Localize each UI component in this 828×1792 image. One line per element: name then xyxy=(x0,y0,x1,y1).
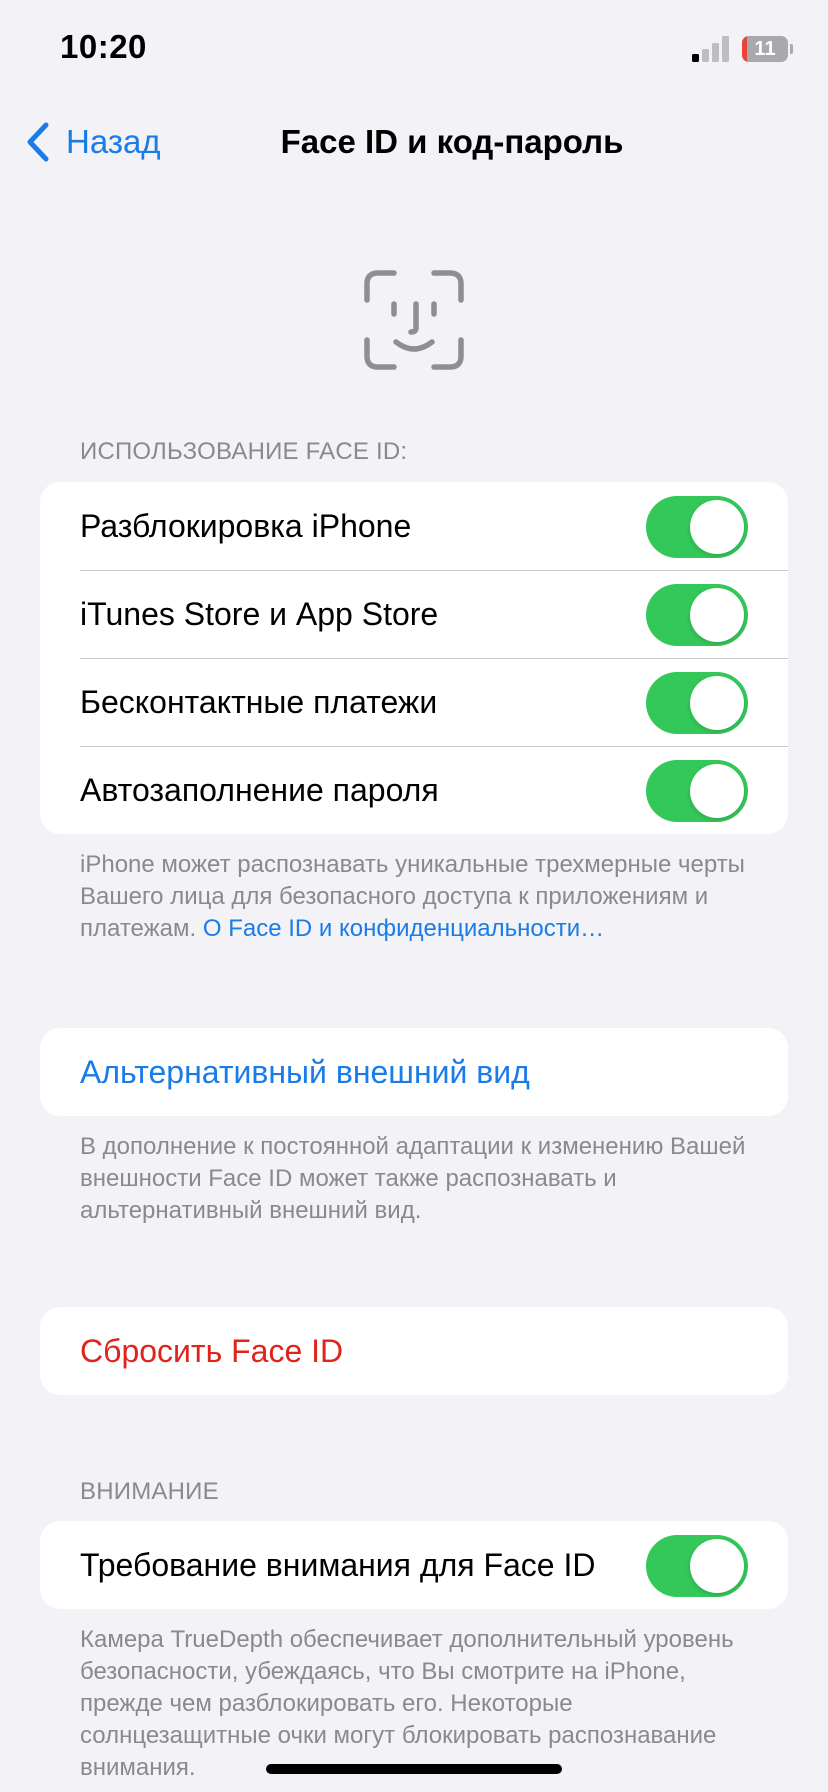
face-id-icon xyxy=(364,270,464,370)
itunes-app-store-toggle[interactable] xyxy=(646,584,748,646)
face-id-privacy-link[interactable]: О Face ID и конфиденциальности… xyxy=(203,915,604,942)
page-title: Face ID и код-пароль xyxy=(280,123,624,160)
attention-section-header: ВНИМАНИЕ xyxy=(80,1478,219,1505)
row-contactless-payments: Бесконтактные платежи xyxy=(40,658,788,746)
home-indicator xyxy=(266,1764,562,1774)
back-button-label: Назад xyxy=(66,123,161,160)
row-label: Бесконтактные платежи xyxy=(80,683,438,720)
row-unlock-iphone: Разблокировка iPhone xyxy=(40,482,788,570)
chevron-left-icon xyxy=(27,122,49,162)
back-button[interactable]: Назад xyxy=(24,116,161,168)
alternate-group: Альтернативный внешний вид xyxy=(40,1028,788,1116)
row-itunes-app-store: iTunes Store и App Store xyxy=(40,570,788,658)
require-attention-toggle[interactable] xyxy=(646,1535,748,1597)
alternate-appearance-button[interactable]: Альтернативный внешний вид xyxy=(40,1028,788,1116)
reset-face-id-label: Сбросить Face ID xyxy=(80,1332,344,1369)
usage-section-header: ИСПОЛЬЗОВАНИЕ FACE ID: xyxy=(80,438,408,465)
row-require-attention: Требование внимания для Face ID xyxy=(40,1521,788,1609)
cellular-signal-icon xyxy=(692,36,729,62)
row-label: Требование внимания для Face ID xyxy=(80,1546,596,1583)
battery-percent: 11 xyxy=(754,38,776,60)
password-autofill-toggle[interactable] xyxy=(646,760,748,822)
contactless-payments-toggle[interactable] xyxy=(646,672,748,734)
attention-group: Требование внимания для Face ID xyxy=(40,1521,788,1609)
attention-footer: Камера TrueDepth обеспечивает дополнител… xyxy=(80,1626,734,1781)
unlock-iphone-toggle[interactable] xyxy=(646,496,748,558)
reset-group: Сбросить Face ID xyxy=(40,1307,788,1395)
usage-group: Разблокировка iPhone iTunes Store и App … xyxy=(40,482,788,834)
battery-icon: 11 xyxy=(742,36,794,62)
usage-footer: iPhone может распознавать уникальные тре… xyxy=(80,849,760,945)
alternate-appearance-label: Альтернативный внешний вид xyxy=(80,1053,530,1090)
status-time: 10:20 xyxy=(60,28,147,65)
row-label: Разблокировка iPhone xyxy=(80,507,412,544)
alternate-footer: В дополнение к постоянной адаптации к из… xyxy=(80,1133,746,1224)
row-label: iTunes Store и App Store xyxy=(80,595,439,632)
face-id-settings-screen: 10:20 11 Назад Face ID и код-пароль ИСПО… xyxy=(0,0,828,1792)
reset-face-id-button[interactable]: Сбросить Face ID xyxy=(40,1307,788,1395)
row-password-autofill: Автозаполнение пароля xyxy=(40,746,788,834)
row-label: Автозаполнение пароля xyxy=(80,771,439,808)
